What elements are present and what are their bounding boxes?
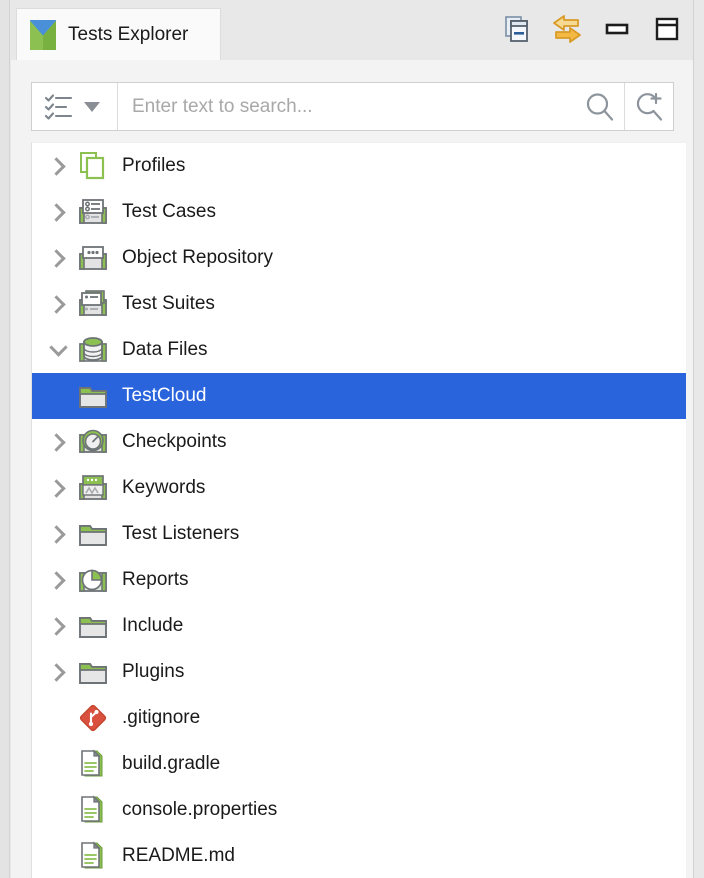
link-with-editor-button[interactable] (551, 13, 583, 45)
filter-dropdown-button[interactable] (32, 83, 118, 130)
chevron-right-icon[interactable] (40, 189, 76, 235)
document-icon (76, 747, 110, 781)
chevron-right-icon[interactable] (40, 557, 76, 603)
chevron-right-icon[interactable] (40, 235, 76, 281)
tree-row-data-files[interactable]: Data Files (32, 327, 686, 373)
folder-icon (76, 655, 110, 689)
tree-row-label: build.gradle (122, 753, 220, 775)
tab-bar: Tests Explorer (11, 0, 693, 60)
tree-row-console-properties[interactable]: console.properties (32, 787, 686, 833)
explorer-panel: Profiles Test Cases Object Reposito (11, 60, 693, 878)
magnifier-icon (584, 91, 616, 123)
chevron-right-icon[interactable] (40, 649, 76, 695)
minimize-button[interactable] (601, 13, 633, 45)
tree-row-label: Object Repository (122, 247, 273, 269)
project-tree[interactable]: Profiles Test Cases Object Reposito (31, 142, 686, 878)
link-arrows-icon (551, 14, 583, 44)
window-edge-left (0, 0, 10, 878)
test-cases-icon (76, 195, 110, 229)
checkpoints-icon (76, 425, 110, 459)
folder-icon (76, 609, 110, 643)
tree-row-build-gradle[interactable]: build.gradle (32, 741, 686, 787)
tree-row-label: Include (122, 615, 183, 637)
checklist-filter-icon (44, 92, 74, 122)
reports-icon (76, 563, 110, 597)
tree-row-label: Test Suites (122, 293, 215, 315)
data-files-icon (76, 333, 110, 367)
collapse-all-icon (502, 14, 532, 44)
window-edge-right (693, 0, 704, 878)
folder-icon (76, 379, 110, 413)
tree-row-gitignore[interactable]: .gitignore (32, 695, 686, 741)
tab-tests-explorer[interactable]: Tests Explorer (16, 8, 221, 61)
document-icon (76, 793, 110, 827)
tests-explorer-window: Tests Explorer (0, 0, 704, 878)
test-suites-icon (76, 287, 110, 321)
tree-row-include[interactable]: Include (32, 603, 686, 649)
tree-row-object-repository[interactable]: Object Repository (32, 235, 686, 281)
chevron-right-icon[interactable] (40, 511, 76, 557)
tree-row-checkpoints[interactable]: Checkpoints (32, 419, 686, 465)
tree-row-profiles[interactable]: Profiles (32, 143, 686, 189)
search-actions (576, 83, 673, 130)
tree-row-label: Reports (122, 569, 189, 591)
magnifier-plus-icon (633, 91, 665, 123)
tree-row-label: Keywords (122, 477, 205, 499)
tree-row-testcloud[interactable]: TestCloud (32, 373, 686, 419)
chevron-right-icon[interactable] (40, 143, 76, 189)
git-file-icon (76, 701, 110, 735)
tree-row-label: TestCloud (122, 385, 207, 407)
object-repository-icon (76, 241, 110, 275)
maximize-button[interactable] (651, 13, 683, 45)
tree-row-test-listeners[interactable]: Test Listeners (32, 511, 686, 557)
advanced-search-button[interactable] (625, 83, 673, 130)
tree-row-label: Test Listeners (122, 523, 239, 545)
keywords-icon (76, 471, 110, 505)
tree-row-label: Profiles (122, 155, 185, 177)
tree-row-label: Checkpoints (122, 431, 227, 453)
collapse-all-button[interactable] (501, 13, 533, 45)
tree-row-label: Plugins (122, 661, 184, 683)
chevron-right-icon[interactable] (40, 281, 76, 327)
chevron-right-icon[interactable] (40, 603, 76, 649)
tree-row-label: console.properties (122, 799, 277, 821)
minimize-icon (604, 16, 630, 42)
search-bar (31, 82, 674, 131)
tree-row-plugins[interactable]: Plugins (32, 649, 686, 695)
tab-toolbar (501, 12, 683, 46)
tree-row-test-suites[interactable]: Test Suites (32, 281, 686, 327)
tree-row-reports[interactable]: Reports (32, 557, 686, 603)
chevron-right-icon[interactable] (40, 419, 76, 465)
chevron-down-icon[interactable] (40, 327, 76, 373)
chevron-right-icon[interactable] (40, 465, 76, 511)
tree-row-label: README.md (122, 845, 235, 867)
chevron-down-icon (84, 102, 100, 112)
document-icon (76, 839, 110, 873)
tree-row-label: Data Files (122, 339, 208, 361)
tree-row-label: .gitignore (122, 707, 200, 729)
katalon-logo-icon (30, 20, 56, 50)
search-button[interactable] (576, 83, 624, 130)
tab-title: Tests Explorer (68, 24, 188, 46)
folder-icon (76, 517, 110, 551)
maximize-icon (654, 16, 680, 42)
tree-row-test-cases[interactable]: Test Cases (32, 189, 686, 235)
profiles-icon (76, 149, 110, 183)
tree-row-label: Test Cases (122, 201, 216, 223)
tree-row-keywords[interactable]: Keywords (32, 465, 686, 511)
tree-row-readme-md[interactable]: README.md (32, 833, 686, 878)
search-input[interactable] (118, 83, 576, 130)
